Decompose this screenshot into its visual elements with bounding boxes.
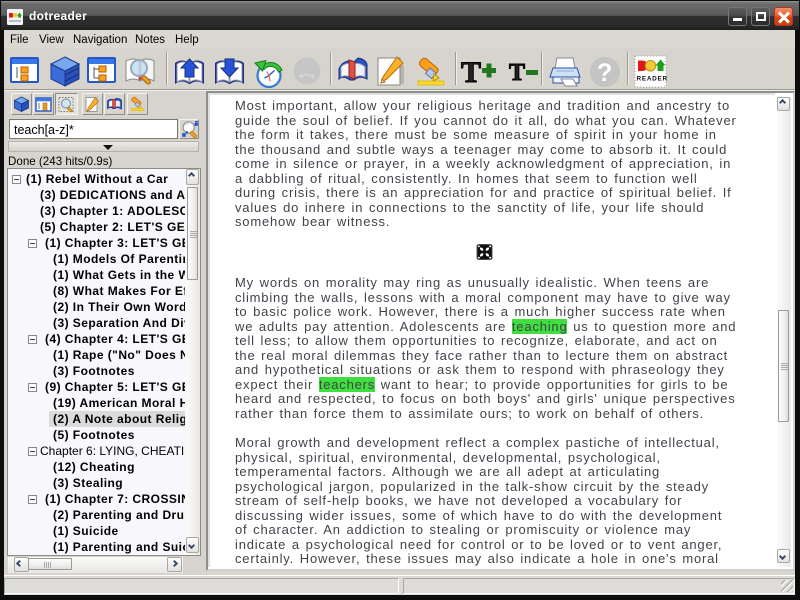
svg-text:READER: READER [637, 76, 668, 83]
svg-text:?: ? [597, 59, 612, 87]
svg-text:T: T [461, 56, 481, 89]
svg-text:T: T [509, 60, 525, 86]
